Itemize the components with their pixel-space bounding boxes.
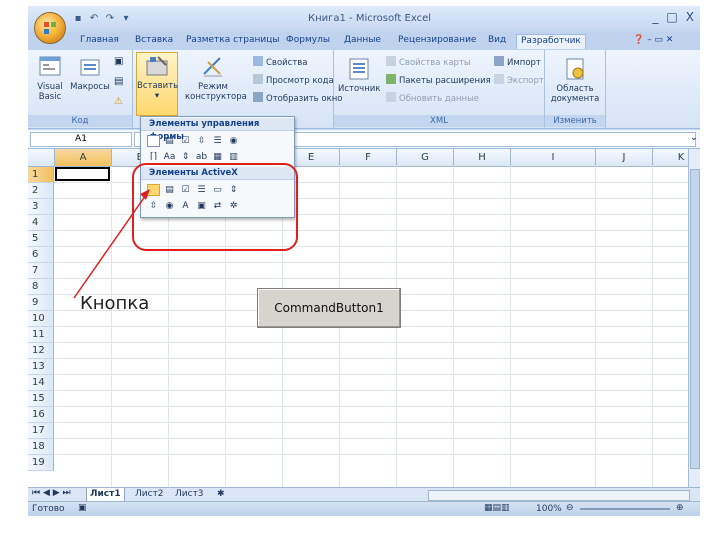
annotation-arrow <box>73 189 150 299</box>
arrow-head <box>140 189 150 200</box>
arrow-line <box>73 191 149 299</box>
